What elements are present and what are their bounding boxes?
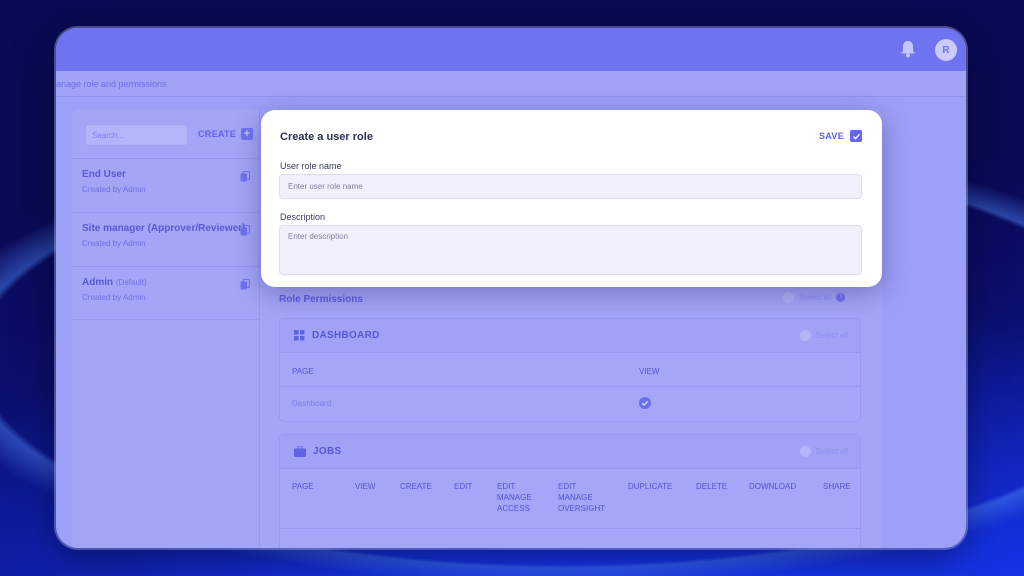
role-name: End User — [82, 169, 126, 180]
avatar[interactable]: R — [935, 39, 957, 61]
column-header-view: VIEW — [355, 482, 376, 491]
check-circle-icon[interactable] — [639, 397, 651, 409]
description-textarea[interactable] — [279, 225, 862, 275]
copy-icon[interactable] — [240, 279, 250, 290]
dashboard-permissions-card: DASHBOARD Select all PAGE VIEW Dashboard — [279, 318, 861, 422]
role-name-label: User role name — [280, 161, 342, 171]
select-all-radio[interactable] — [783, 292, 794, 303]
copy-icon[interactable] — [240, 171, 250, 182]
plus-icon: + — [241, 128, 254, 140]
column-header-share: SHARE — [823, 482, 851, 491]
dashboard-title: DASHBOARD — [312, 330, 380, 341]
role-name: Admin (Default) — [82, 277, 147, 288]
role-meta: Created by Admin — [82, 239, 146, 248]
select-all-radio[interactable] — [799, 446, 811, 457]
save-label: SAVE — [818, 131, 844, 141]
jobs-card-header: JOBS Select all — [280, 435, 860, 469]
column-header-create: CREATE — [400, 482, 432, 491]
create-label: CREATE — [198, 129, 237, 139]
role-name-input[interactable] — [279, 174, 862, 199]
create-role-button[interactable]: CREATE + — [198, 128, 254, 140]
roles-sidebar: Search... CREATE + End User Created by A… — [72, 110, 260, 548]
role-meta: Created by Admin — [82, 185, 146, 194]
jobs-select-all[interactable]: Select all — [799, 446, 848, 457]
role-item-site-manager[interactable]: Site manager (Approver/Reviewer) Created… — [72, 212, 260, 266]
role-item-admin[interactable]: Admin (Default) Created by Admin — [72, 266, 260, 320]
table-row: Dashboard — [280, 387, 860, 421]
dashboard-card-header: DASHBOARD Select all — [280, 319, 860, 353]
app-window: R anage role and permissions Search... C… — [56, 28, 966, 548]
dashboard-icon — [294, 330, 305, 341]
column-header-edit: EDIT — [454, 482, 473, 491]
role-name: Site manager (Approver/Reviewer) — [82, 223, 246, 234]
column-header-edit-manage-oversight: EDIT MANAGE OVERSIGHT — [558, 482, 606, 513]
info-icon[interactable]: i — [836, 293, 846, 302]
description-label: Description — [280, 212, 326, 222]
column-header-download: DOWNLOAD — [749, 482, 797, 491]
dashboard-select-all[interactable]: Select all — [799, 330, 848, 341]
column-header-edit-manage-access: EDIT MANAGE ACCESS — [497, 482, 532, 513]
save-button[interactable]: SAVE — [819, 130, 862, 142]
column-header: PAGE — [292, 367, 314, 376]
column-header-duplicate: DUPLICATE — [628, 482, 673, 491]
page-cell: Dashboard — [292, 399, 332, 408]
role-item-end-user[interactable]: End User Created by Admin — [72, 158, 260, 212]
column-header-delete: DELETE — [696, 482, 728, 491]
default-tag: (Default) — [115, 278, 147, 287]
dashboard-table-header: PAGE VIEW — [280, 353, 860, 387]
bell-icon[interactable] — [900, 40, 916, 58]
top-bar: R — [56, 28, 966, 71]
column-header: VIEW — [639, 367, 660, 376]
copy-icon[interactable] — [240, 225, 250, 236]
breadcrumb-bar: anage role and permissions — [56, 71, 966, 97]
select-all-radio[interactable] — [799, 330, 811, 341]
modal-title: Create a user role — [280, 131, 373, 143]
jobs-title: JOBS — [313, 446, 342, 457]
create-role-modal: Create a user role SAVE User role name D… — [261, 110, 882, 287]
jobs-permissions-card: JOBS Select all PAGE VIEW CREATE EDIT ED… — [279, 434, 861, 548]
breadcrumb[interactable]: anage role and permissions — [56, 79, 167, 89]
permissions-title: Role Permissions — [279, 294, 363, 305]
search-input[interactable]: Search... — [85, 124, 188, 146]
briefcase-icon — [294, 446, 306, 457]
jobs-table-header: PAGE VIEW CREATE EDIT EDIT MANAGE ACCESS E… — [280, 469, 860, 529]
select-all-permissions[interactable]: Select all i — [783, 292, 846, 303]
column-header-page: PAGE — [292, 482, 314, 491]
checkbox-icon — [850, 130, 862, 142]
role-meta: Created by Admin — [82, 293, 146, 302]
